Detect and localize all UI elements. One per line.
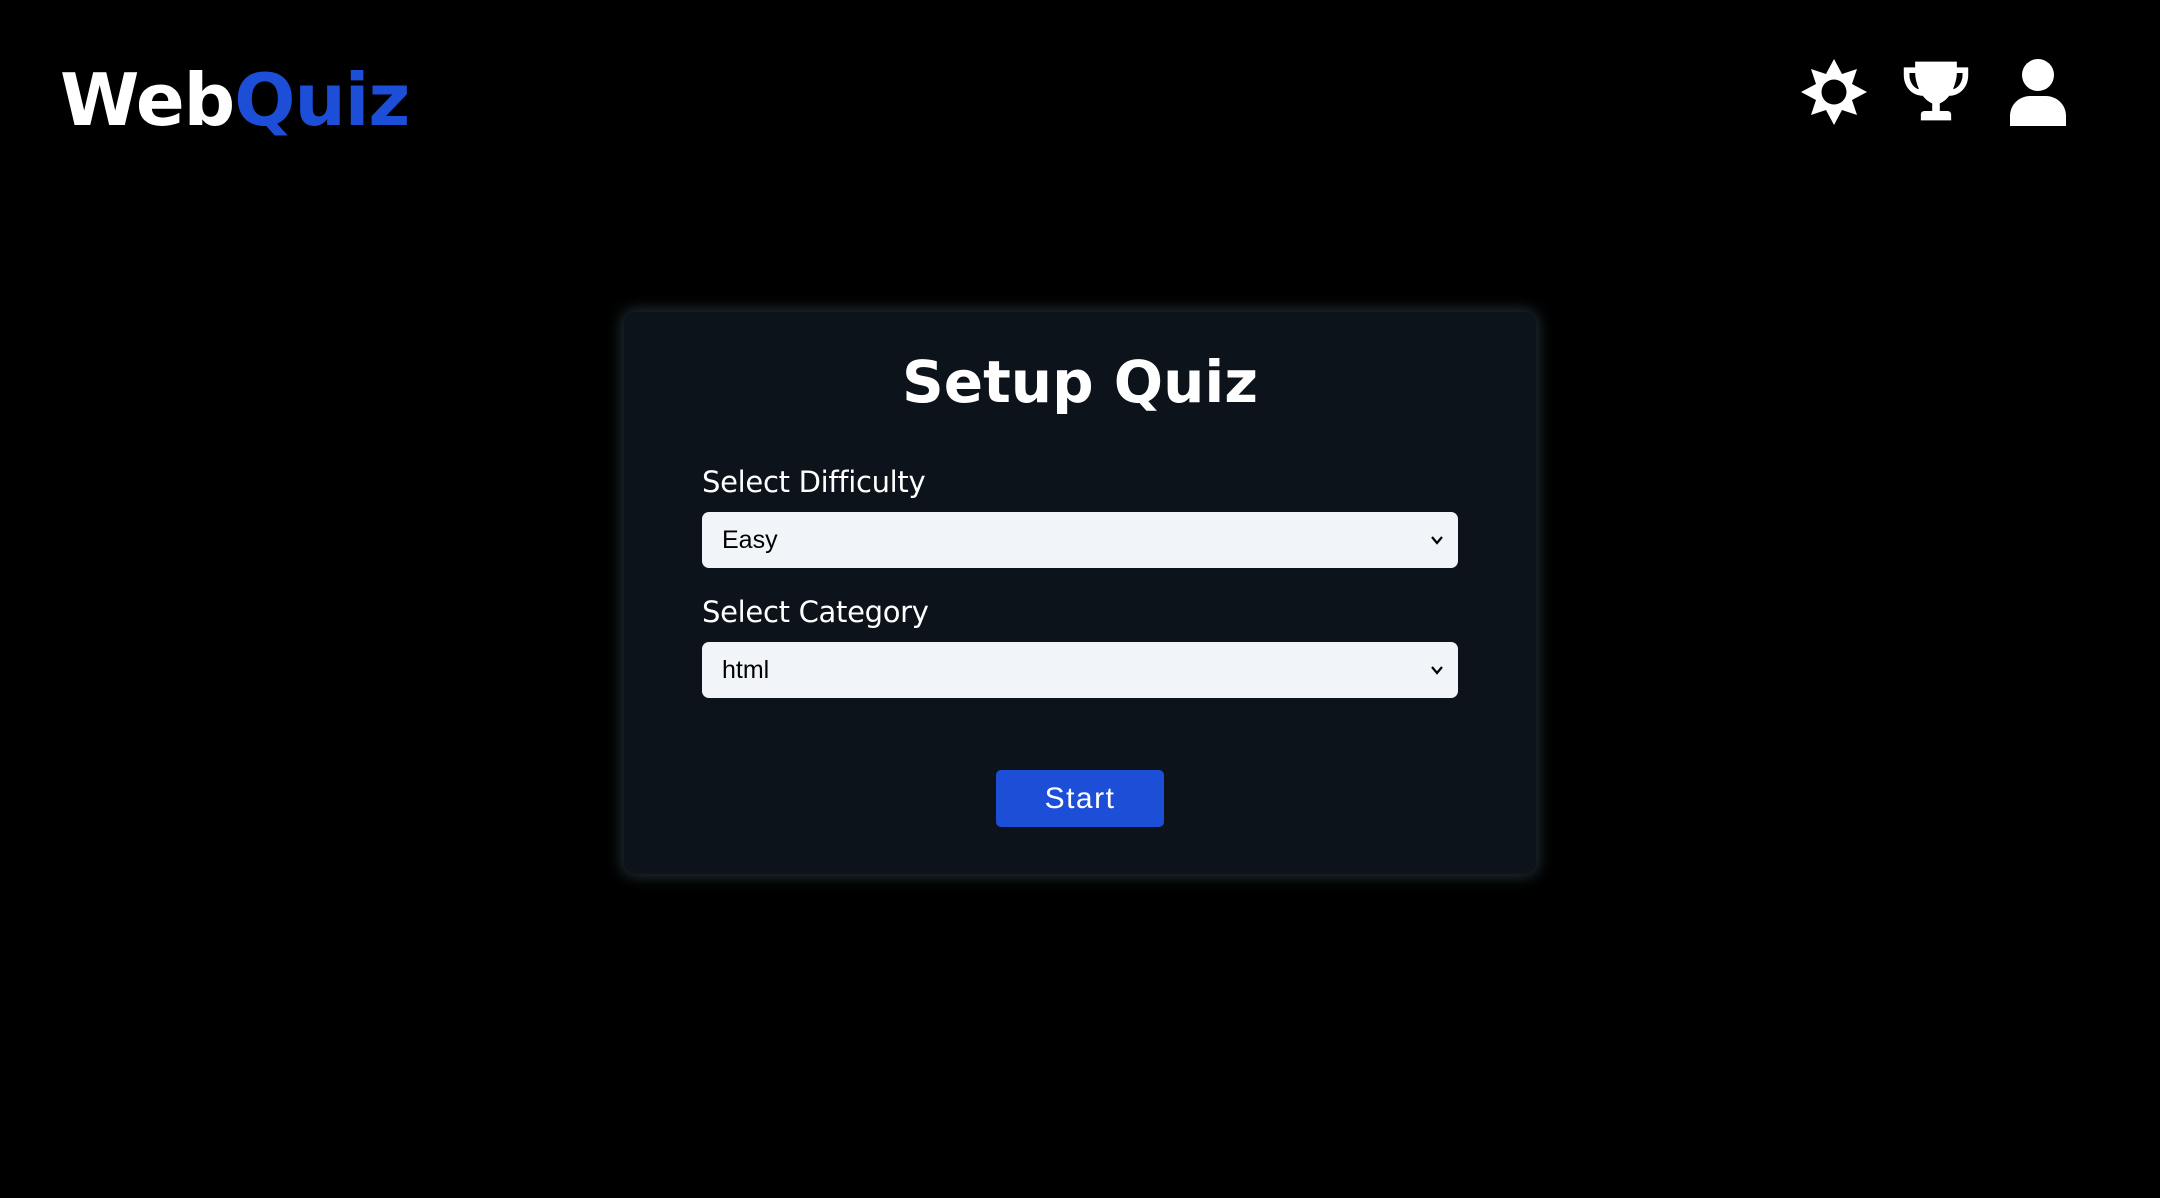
- difficulty-label: Select Difficulty: [702, 465, 926, 499]
- user-icon: [2010, 59, 2066, 126]
- setup-quiz-card: Setup Quiz Select Difficulty Easy Select…: [624, 312, 1536, 874]
- category-select[interactable]: html: [702, 642, 1458, 698]
- trophy-icon: [1903, 61, 1969, 121]
- start-button[interactable]: Start: [996, 770, 1164, 827]
- category-label: Select Category: [702, 595, 929, 629]
- card-title: Setup Quiz: [901, 348, 1259, 416]
- difficulty-select[interactable]: Easy: [702, 512, 1458, 568]
- chevron-down-icon: [1431, 536, 1443, 545]
- sun-icon: [1801, 59, 1867, 125]
- logo-web-text: Web: [60, 58, 235, 142]
- category-selected-value: html: [722, 656, 770, 684]
- difficulty-selected-value: Easy: [722, 526, 778, 554]
- app-logo[interactable]: WebQuiz: [60, 50, 410, 150]
- user-profile-button[interactable]: [2002, 56, 2074, 128]
- theme-toggle-button[interactable]: [1798, 56, 1870, 128]
- leaderboard-button[interactable]: [1900, 56, 1972, 128]
- header-icon-bar: [1798, 56, 2074, 128]
- chevron-down-icon: [1431, 666, 1443, 675]
- logo-quiz-text: Quiz: [234, 58, 410, 142]
